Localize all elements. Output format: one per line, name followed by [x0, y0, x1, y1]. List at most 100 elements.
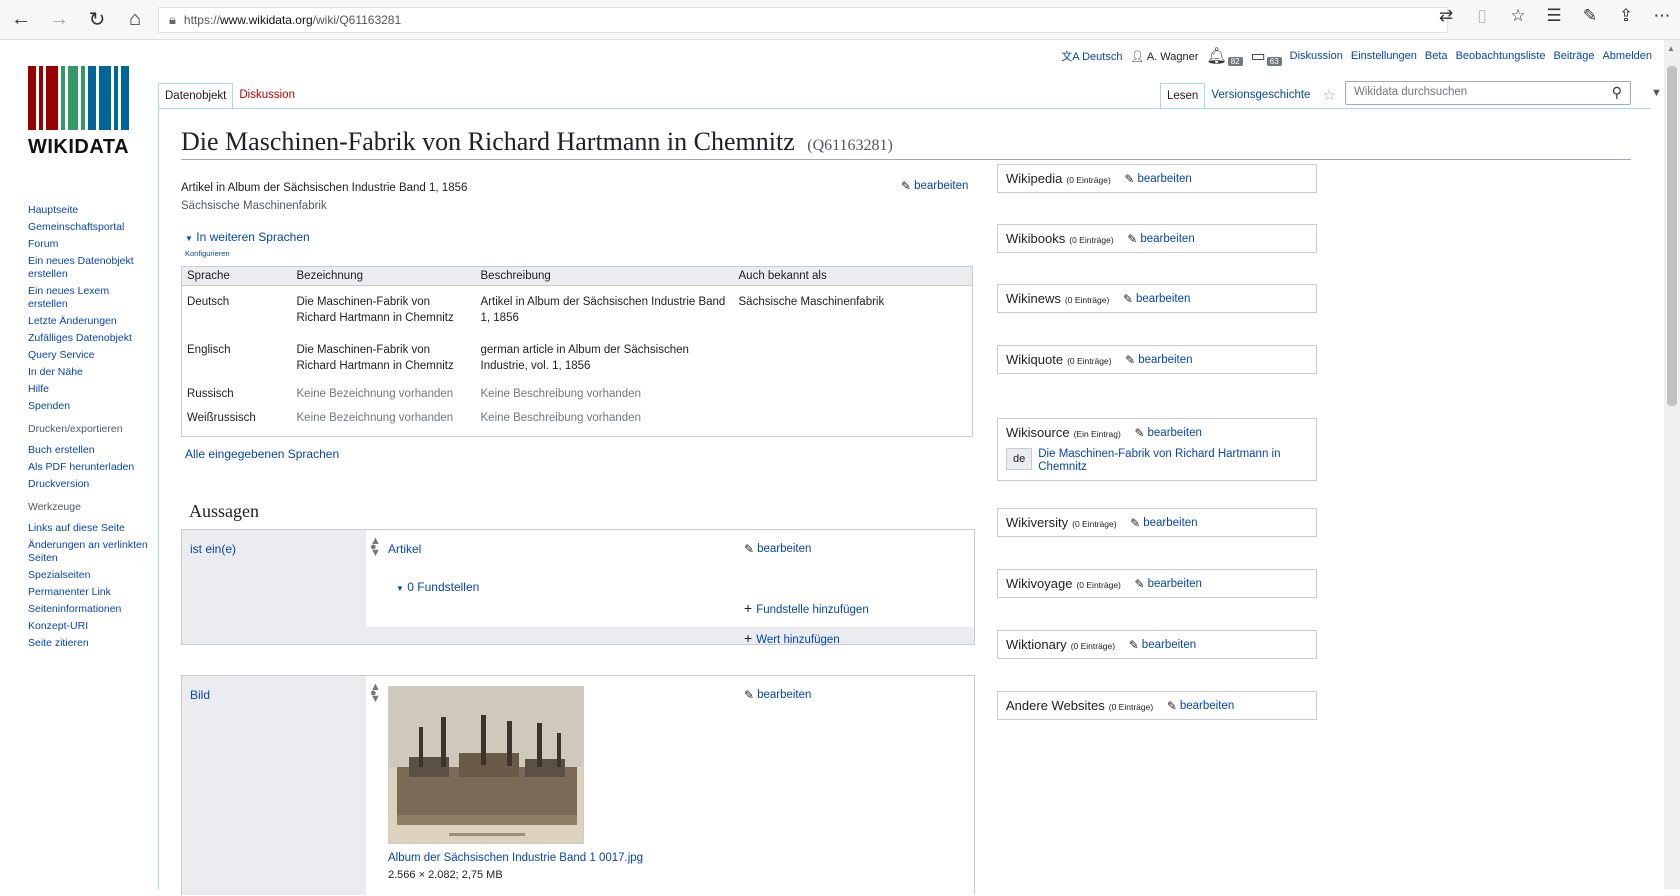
pencil-icon: ✎	[1125, 353, 1136, 367]
share-icon[interactable]: ⇪	[1614, 6, 1638, 26]
sidebar-item-related-changes[interactable]: Änderungen an verlinkten Seiten	[28, 539, 148, 565]
sidebar-item-permanent-link[interactable]: Permanenter Link	[28, 586, 148, 599]
sidebar-item-page-info[interactable]: Seiteninformationen	[28, 603, 148, 616]
scroll-up-icon[interactable]: ▲	[1667, 44, 1675, 53]
contributions-link[interactable]: Beiträge	[1553, 50, 1594, 62]
wikidata-logo[interactable]: WIKIDATA	[28, 66, 138, 158]
sidebar-item-nearby[interactable]: In der Nähe	[28, 366, 148, 379]
translate-icon[interactable]: ⇄	[1434, 6, 1458, 26]
sidebar-item-help[interactable]: Hilfe	[28, 383, 148, 396]
image-file-link[interactable]: Album der Sächsischen Industrie Band 1 0…	[388, 852, 643, 864]
property-image[interactable]: Bild	[190, 688, 210, 702]
preferences-link[interactable]: Einstellungen	[1351, 50, 1417, 62]
sitelink-group-name: Wikibooks	[1006, 231, 1066, 246]
personal-toolbar: 文A Deutsch 👤︎ A. Wagner 🔔︎ 82 ▭ 63 Disku…	[1061, 46, 1652, 66]
pen-icon[interactable]: ✎	[1578, 6, 1602, 26]
more-icon[interactable]: ⋯	[1650, 6, 1674, 26]
refresh-icon[interactable]: ↻	[80, 4, 114, 36]
edit-sitelinks-button[interactable]: ✎ bearbeiten	[1125, 353, 1192, 367]
edit-statement-button[interactable]: ✎ bearbeiten	[744, 688, 811, 702]
configure-link[interactable]: Konfigurieren	[185, 249, 230, 258]
sidebar-item-create-book[interactable]: Buch erstellen	[28, 444, 148, 457]
user-talk-link[interactable]: Diskussion	[1290, 50, 1343, 62]
other-languages-toggle[interactable]: ▼ In weiteren Sprachen	[185, 230, 310, 244]
beta-link[interactable]: Beta	[1425, 50, 1448, 62]
edit-sitelinks-button[interactable]: ✎ bearbeiten	[1123, 292, 1190, 306]
scrollbar-thumb[interactable]	[1667, 66, 1677, 406]
sidebar-item-create-lexeme[interactable]: Ein neues Lexem erstellen	[28, 285, 148, 311]
edit-sitelinks-button[interactable]: ✎ bearbeiten	[1135, 577, 1202, 591]
aka-cell: Sächsische Maschinenfabrik	[738, 296, 885, 308]
add-reference-button[interactable]: + Fundstelle hinzufügen	[744, 600, 869, 616]
sidebar-item-download-pdf[interactable]: Als PDF herunterladen	[28, 461, 148, 474]
forward-icon[interactable]: →	[42, 4, 76, 36]
references-toggle[interactable]: ▼ 0 Fundstellen	[396, 580, 479, 594]
property-instance-of[interactable]: ist ein(e)	[190, 542, 236, 556]
edit-sitelinks-button[interactable]: ✎ bearbeiten	[1167, 699, 1234, 713]
lang-cell: Deutsch	[187, 296, 230, 308]
sidebar-item-special-pages[interactable]: Spezialseiten	[28, 569, 148, 582]
search-icon[interactable]: ⚲	[1612, 84, 1622, 101]
logout-link[interactable]: Abmelden	[1602, 50, 1652, 62]
alerts-button[interactable]: 🔔︎ 82	[1206, 46, 1243, 66]
search-input[interactable]: Wikidata durchsuchen ⚲	[1345, 81, 1631, 105]
sidebar-item-recent-changes[interactable]: Letzte Änderungen	[28, 315, 148, 328]
sidebar-item-forum[interactable]: Forum	[28, 238, 148, 251]
sidebar-item-what-links-here[interactable]: Links auf diese Seite	[28, 522, 148, 535]
statement-instance-of: ist ein(e) ▲ ● ▼ Artikel ✎ bearbeiten ▼ 0 …	[181, 529, 975, 646]
add-value-button[interactable]: + Wert hinzufügen	[744, 630, 840, 646]
tab-read[interactable]: Lesen	[1160, 83, 1206, 109]
caret-icon: ▼	[185, 234, 193, 243]
column-header: Beschreibung	[475, 266, 734, 286]
watchlist-link[interactable]: Beobachtungsliste	[1456, 50, 1546, 62]
favorite-star-icon[interactable]: ☆	[1506, 6, 1530, 26]
sidebar-item-create-item[interactable]: Ein neues Datenobjekt erstellen	[28, 255, 148, 281]
chevron-down-icon[interactable]: ▼	[1651, 87, 1662, 99]
watch-star-icon[interactable]: ☆	[1316, 83, 1341, 107]
image-thumbnail[interactable]	[388, 686, 584, 844]
edit-statement-button[interactable]: ✎ bearbeiten	[744, 542, 811, 556]
tab-discussion[interactable]: Diskussion	[233, 83, 301, 109]
sidebar-item-query-service[interactable]: Query Service	[28, 349, 148, 362]
rank-icon[interactable]: ▲ ● ▼	[370, 682, 381, 705]
tab-item[interactable]: Datenobjekt	[158, 83, 234, 109]
lang-cell: Weißrussisch	[187, 412, 256, 424]
favorites-list-icon[interactable]: ☰	[1542, 6, 1566, 26]
all-languages-link[interactable]: Alle eingegebenen Sprachen	[185, 447, 339, 461]
alerts-count: 82	[1227, 56, 1243, 66]
edit-sitelinks-button[interactable]: ✎ bearbeiten	[1129, 638, 1196, 652]
user-link[interactable]: 👤︎ A. Wagner	[1130, 50, 1198, 63]
desc-cell: german article in Album der Sächsischen …	[480, 344, 689, 372]
view-tabs: Lesen Versionsgeschichte ☆	[1160, 83, 1342, 109]
notices-button[interactable]: ▭ 63	[1251, 46, 1282, 66]
sidebar-item-concept-uri[interactable]: Konzept-URI	[28, 620, 148, 633]
label-cell: Keine Bezeichnung vorhanden	[296, 412, 454, 424]
sidebar-heading-tools: Werkzeuge	[28, 501, 81, 513]
address-bar[interactable]: 🔒︎ https://www.wikidata.org/wiki/Q611632…	[158, 7, 1448, 33]
edit-sitelinks-button[interactable]: ✎ bearbeiten	[1124, 172, 1191, 186]
sidebar-item-random-item[interactable]: Zufälliges Datenobjekt	[28, 332, 148, 345]
tab-history[interactable]: Versionsgeschichte	[1205, 83, 1317, 109]
edit-sitelinks-button[interactable]: ✎ bearbeiten	[1127, 232, 1194, 246]
home-icon[interactable]: ⌂	[118, 4, 152, 36]
edit-sitelinks-button[interactable]: ✎ bearbeiten	[1134, 426, 1201, 440]
sidebar-item-donate[interactable]: Spenden	[28, 400, 148, 413]
edit-description-button[interactable]: ✎ bearbeiten	[901, 179, 968, 193]
sidebar-item-community-portal[interactable]: Gemeinschaftsportal	[28, 221, 148, 234]
statement-value[interactable]: Artikel	[388, 542, 421, 556]
edit-sitelinks-button[interactable]: ✎ bearbeiten	[1130, 516, 1197, 530]
sidebar-item-printable[interactable]: Druckversion	[28, 478, 148, 491]
sidebar-item-main-page[interactable]: Hauptseite	[28, 204, 148, 217]
logo-barcode	[28, 66, 134, 130]
pencil-icon: ✎	[1134, 577, 1145, 591]
sitelink-page-link[interactable]: Die Maschinen-Fabrik von Richard Hartman…	[1038, 448, 1308, 474]
column-header: Auch bekannt als	[733, 266, 973, 286]
sitelink-count: (0 Einträge)	[1072, 519, 1117, 529]
sidebar-item-cite[interactable]: Seite zitieren	[28, 637, 148, 650]
back-icon[interactable]: ←	[4, 4, 38, 36]
page-scrollbar[interactable]: ▲	[1664, 40, 1680, 889]
rank-icon[interactable]: ▲ ● ▼	[370, 536, 381, 559]
language-selector[interactable]: 文A Deutsch	[1061, 48, 1122, 64]
sitelink-group-wiktionary: Wiktionary (0 Einträge) ✎ bearbeiten	[997, 630, 1317, 659]
reading-view-icon[interactable]: ▯	[1470, 6, 1494, 26]
